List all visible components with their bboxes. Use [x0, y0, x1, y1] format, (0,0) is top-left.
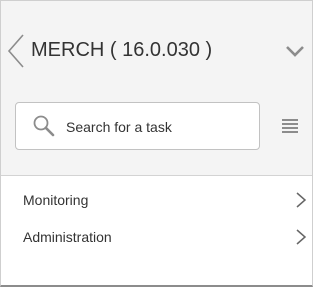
- search-row: [1, 89, 312, 176]
- search-icon: [33, 115, 55, 137]
- back-button[interactable]: [5, 33, 29, 69]
- menu-item-label: Administration: [23, 229, 112, 245]
- search-input[interactable]: [66, 115, 251, 139]
- chevron-right-icon: [296, 229, 307, 245]
- search-box[interactable]: [15, 102, 260, 150]
- chevron-left-icon: [7, 34, 24, 68]
- menu-item-administration[interactable]: Administration: [1, 219, 312, 253]
- menu-item-monitoring[interactable]: Monitoring: [1, 182, 312, 216]
- chevron-down-icon: [286, 46, 304, 57]
- page-title: MERCH ( 16.0.030 ): [31, 39, 213, 61]
- panel-header: MERCH ( 16.0.030 ): [1, 1, 312, 89]
- menu-item-label: Monitoring: [23, 192, 89, 208]
- list-view-button[interactable]: [282, 118, 298, 134]
- expand-button[interactable]: [283, 43, 307, 61]
- task-panel: MERCH ( 16.0.030 ) Monitoring: [0, 0, 313, 287]
- chevron-right-icon: [296, 192, 307, 208]
- list-icon: [282, 119, 298, 133]
